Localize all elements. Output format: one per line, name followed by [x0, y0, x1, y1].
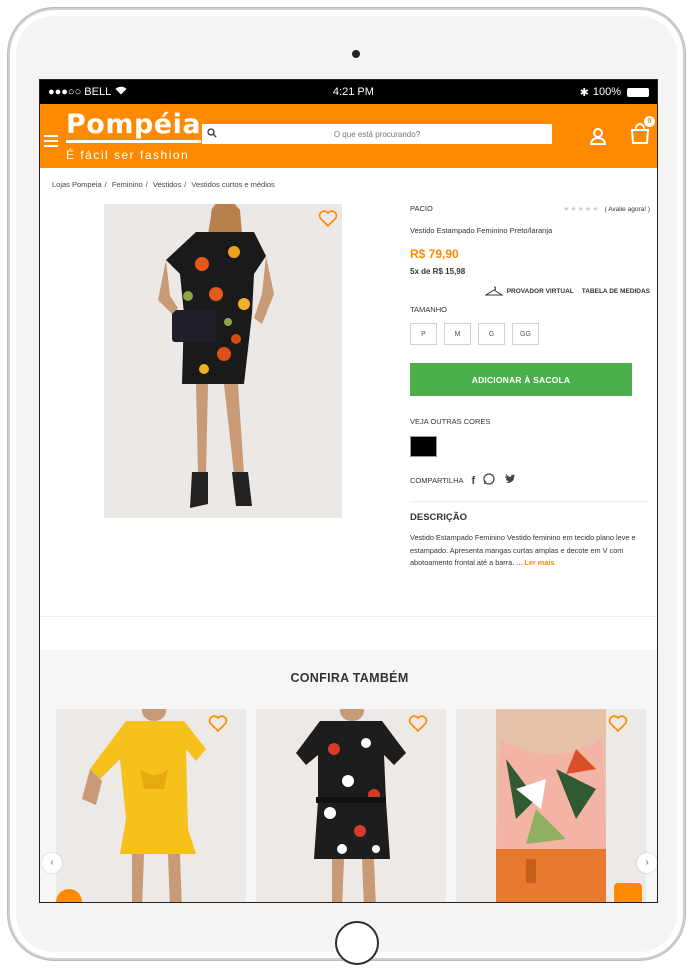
status-left: ●●●○○ BELL — [48, 86, 127, 98]
section-divider — [40, 616, 657, 617]
size-options: P M G GG — [410, 323, 650, 345]
rate-now-link[interactable]: ( Avalie agora! ) — [605, 206, 650, 213]
size-button-g[interactable]: G — [478, 323, 505, 345]
product-name: Vestido Estampado Feminino Preto/laranja — [410, 226, 553, 235]
carousel-next-button[interactable]: › — [637, 853, 657, 873]
related-product-card[interactable] — [256, 709, 446, 902]
whatsapp-icon[interactable] — [483, 473, 495, 488]
related-product-card[interactable] — [56, 709, 246, 902]
search-icon[interactable] — [202, 127, 222, 141]
related-product-photo-top — [456, 709, 646, 902]
wishlist-heart-icon[interactable] — [318, 210, 338, 228]
carrier-label: ●●●○○ BELL — [48, 86, 112, 98]
facebook-icon[interactable]: f — [471, 475, 475, 487]
status-right: ✱ 100% — [580, 86, 649, 99]
twitter-icon[interactable] — [503, 474, 516, 487]
carousel-prev-button[interactable]: ‹ — [42, 853, 62, 873]
breadcrumb-item[interactable]: Vestidos — [153, 180, 181, 189]
wishlist-heart-icon[interactable] — [208, 715, 228, 733]
virtual-fitting-link[interactable]: PROVADOR VIRTUAL — [483, 286, 574, 296]
front-camera — [352, 50, 360, 58]
site-header: Pompéia É fácil ser fashion 0 — [40, 104, 657, 168]
related-product-photo-floral — [256, 709, 446, 902]
site-logo[interactable]: Pompéia — [66, 110, 202, 143]
read-more-link[interactable]: Ler mais — [524, 558, 554, 567]
installments-text: 5x de R$ 15,98 — [410, 267, 466, 276]
virtual-fitting-label: PROVADOR VIRTUAL — [506, 287, 574, 295]
battery-icon — [626, 87, 649, 97]
description-text: Vestido Estampado Feminino Vestido femin… — [410, 532, 648, 570]
hanger-icon — [483, 286, 504, 296]
search-bar — [202, 124, 552, 144]
breadcrumb: Lojas Pompeia / Feminino / Vestidos / Vesti… — [52, 180, 275, 189]
related-product-photo-yellow — [56, 709, 246, 902]
battery-percent: 100% — [592, 86, 621, 98]
description-body: Vestido Estampado Feminino Vestido femin… — [410, 533, 636, 567]
size-chart-link[interactable]: TABELA DE MEDIDAS — [582, 288, 650, 295]
product-price: R$ 79,90 — [410, 247, 459, 261]
home-button[interactable] — [335, 921, 379, 965]
search-input[interactable] — [222, 129, 552, 139]
bluetooth-icon: ✱ — [579, 86, 589, 99]
product-info: PACIO ★★★★★ ( Avalie agora! ) Vestido Es… — [410, 204, 650, 570]
add-to-bag-button[interactable]: ADICIONAR À SACOLA — [410, 363, 632, 396]
related-products-title: CONFIRA TAMBÉM — [290, 671, 409, 685]
breadcrumb-item[interactable]: Lojas Pompeia — [52, 180, 102, 189]
rating-stars[interactable]: ★★★★★ — [563, 206, 599, 213]
share-label: COMPARTILHA — [410, 476, 464, 485]
site-tagline: É fácil ser fashion — [66, 148, 190, 162]
hamburger-menu-icon[interactable] — [44, 135, 58, 147]
wifi-icon — [115, 86, 127, 98]
size-button-gg[interactable]: GG — [512, 323, 539, 345]
breadcrumb-item[interactable]: Feminino — [112, 180, 143, 189]
user-account-icon[interactable] — [588, 126, 608, 146]
wishlist-heart-icon[interactable] — [408, 715, 428, 733]
breadcrumb-item[interactable]: Vestidos curtos e médios — [191, 180, 274, 189]
rating-area: ★★★★★ ( Avalie agora! ) — [563, 204, 650, 213]
status-time: 4:21 PM — [332, 86, 374, 98]
product-image[interactable] — [104, 204, 342, 518]
other-colors-label: VEJA OUTRAS CORES — [410, 417, 491, 426]
product-photo — [104, 204, 342, 518]
brand-row: PACIO ★★★★★ ( Avalie agora! ) — [410, 204, 650, 213]
cart-count-badge: 0 — [644, 116, 655, 127]
info-divider — [410, 501, 650, 502]
status-bar: ●●●○○ BELL 4:21 PM ✱ 100% — [40, 80, 657, 104]
share-row: COMPARTILHA f — [410, 473, 650, 488]
assistant-icon[interactable] — [614, 883, 642, 902]
size-tools-row: PROVADOR VIRTUAL TABELA DE MEDIDAS — [410, 286, 650, 296]
description-title: DESCRIÇÃO — [410, 512, 468, 523]
related-products-section: CONFIRA TAMBÉM — [40, 650, 657, 902]
product-brand[interactable]: PACIO — [410, 204, 433, 213]
wishlist-heart-icon[interactable] — [608, 715, 628, 733]
color-swatch-black[interactable] — [410, 436, 437, 457]
size-button-m[interactable]: M — [444, 323, 471, 345]
size-button-p[interactable]: P — [410, 323, 437, 345]
related-product-card[interactable] — [456, 709, 646, 902]
device-screen: ●●●○○ BELL 4:21 PM ✱ 100% Pompéia É fáci… — [39, 79, 658, 903]
size-label: TAMANHO — [410, 305, 447, 314]
